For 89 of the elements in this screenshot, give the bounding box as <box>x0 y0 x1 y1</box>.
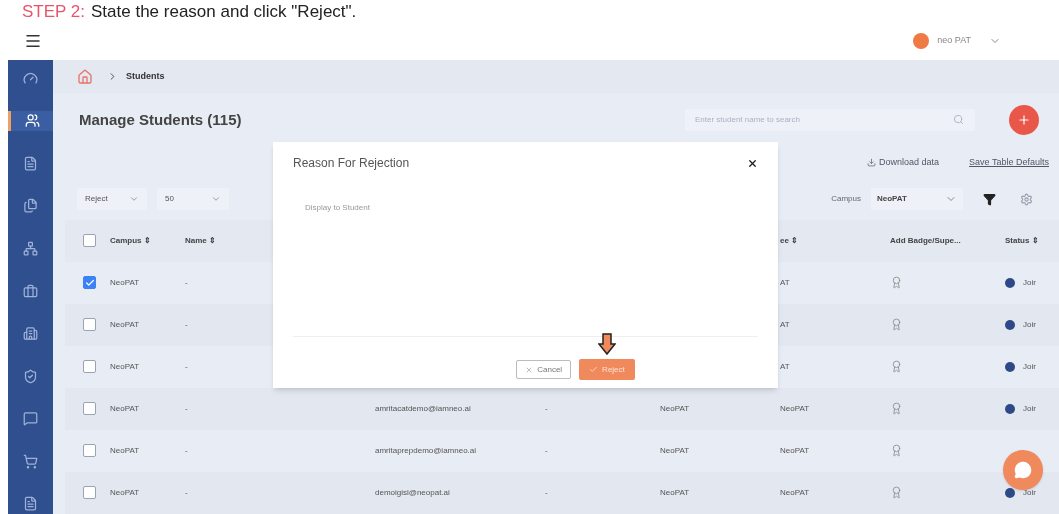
filter-icon[interactable] <box>983 192 996 206</box>
page-title: Manage Students (115) <box>79 109 242 130</box>
message-icon <box>23 411 38 427</box>
x-icon <box>525 365 534 374</box>
checkbox[interactable] <box>83 234 96 248</box>
table-cell: Joir <box>1023 277 1036 289</box>
column-header[interactable]: ee ⇕ <box>780 236 799 245</box>
checkbox[interactable] <box>83 402 96 416</box>
table-cell: AT <box>780 361 790 373</box>
table-cell: NeoPAT <box>110 319 140 331</box>
checkbox[interactable] <box>83 486 96 500</box>
table-cell: - <box>185 319 188 331</box>
table-cell: NeoPAT <box>660 403 690 415</box>
column-header[interactable]: Name ⇕ <box>185 236 216 245</box>
table-cell: amritaprepdemo@iamneo.ai <box>375 445 477 457</box>
checkbox[interactable] <box>83 360 96 374</box>
table-cell: Joir <box>1023 403 1036 415</box>
badge-icon[interactable] <box>890 444 903 458</box>
close-icon[interactable] <box>747 157 758 169</box>
table-cell: NeoPAT <box>780 445 810 457</box>
add-button[interactable] <box>1009 105 1039 135</box>
document-icon <box>23 496 38 512</box>
table-cell: NeoPAT <box>660 487 690 499</box>
table-cell: - <box>545 445 548 457</box>
table-cell: Joir <box>1023 361 1036 373</box>
gauge-icon <box>23 70 38 86</box>
column-header[interactable]: Add Badge/Supe... <box>890 236 961 245</box>
table-cell: - <box>545 403 548 415</box>
table-cell: NeoPAT <box>780 403 810 415</box>
documents-icon <box>23 198 38 214</box>
shield-icon <box>23 368 38 384</box>
column-header[interactable]: Status ⇕ <box>1005 236 1039 245</box>
arrow-down-icon <box>597 333 616 355</box>
cancel-button[interactable]: Cancel <box>516 360 572 379</box>
field-label: Display to Student <box>305 202 371 214</box>
settings-icon[interactable] <box>1020 192 1033 206</box>
badge-icon[interactable] <box>890 486 903 500</box>
sidebar-item[interactable] <box>8 110 53 132</box>
badge-icon[interactable] <box>890 402 903 416</box>
checkbox[interactable] <box>83 318 96 332</box>
table-cell: - <box>185 277 188 289</box>
table-cell: NeoPAT <box>110 445 140 457</box>
campus-label: Campus <box>831 193 861 206</box>
table-cell: - <box>185 445 188 457</box>
action-select[interactable]: Reject <box>77 188 147 211</box>
briefcase-icon <box>23 283 38 299</box>
table-cell: NeoPAT <box>660 445 690 457</box>
table-cell: NeoPAT <box>110 361 140 373</box>
campus-select[interactable]: NeoPAT <box>871 188 963 211</box>
cart-icon <box>23 453 38 469</box>
table-cell: - <box>185 403 188 415</box>
menu-icon[interactable] <box>24 32 42 50</box>
checkbox[interactable] <box>83 276 96 290</box>
step-label: STEP 2: <box>22 2 85 22</box>
download-icon <box>867 157 877 167</box>
chat-icon <box>1014 461 1032 479</box>
table-cell: Joir <box>1023 319 1036 331</box>
table-cell: Joir <box>1023 487 1036 499</box>
home-icon[interactable] <box>77 68 93 85</box>
column-header[interactable]: Campus ⇕ <box>110 236 151 245</box>
table-cell: NeoPAT <box>110 277 140 289</box>
table-cell: NeoPAT <box>110 403 140 415</box>
document-icon <box>23 155 38 171</box>
table-cell: - <box>545 487 548 499</box>
check-icon <box>589 365 599 374</box>
network-icon <box>23 240 38 256</box>
table-cell: demoigisl@neopat.ai <box>375 487 450 499</box>
page-size-select[interactable]: 50 <box>157 188 229 211</box>
save-defaults-link[interactable]: Save Table Defaults <box>969 155 1049 170</box>
table-cell: - <box>185 361 188 373</box>
table-cell: - <box>185 487 188 499</box>
table-cell: AT <box>780 277 790 289</box>
badge-icon[interactable] <box>890 276 903 290</box>
badge-icon[interactable] <box>890 360 903 374</box>
table-cell: NeoPAT <box>110 487 140 499</box>
breadcrumb-item[interactable]: Students <box>126 69 165 84</box>
download-button[interactable]: Download data <box>867 155 940 170</box>
instruction-text: State the reason and click "Reject". <box>91 2 357 22</box>
user-name[interactable]: neo PAT <box>937 34 971 48</box>
table-cell: amritacatdemo@iamneo.ai <box>375 403 471 415</box>
dialog-title: Reason For Rejection <box>293 155 410 172</box>
checkbox[interactable] <box>83 444 96 458</box>
users-icon <box>24 113 40 129</box>
user-avatar[interactable] <box>913 33 930 49</box>
building-icon <box>23 326 38 342</box>
table-cell: AT <box>780 319 790 331</box>
badge-icon[interactable] <box>890 318 903 332</box>
plus-icon <box>1017 113 1031 127</box>
table-cell: NeoPAT <box>780 487 810 499</box>
